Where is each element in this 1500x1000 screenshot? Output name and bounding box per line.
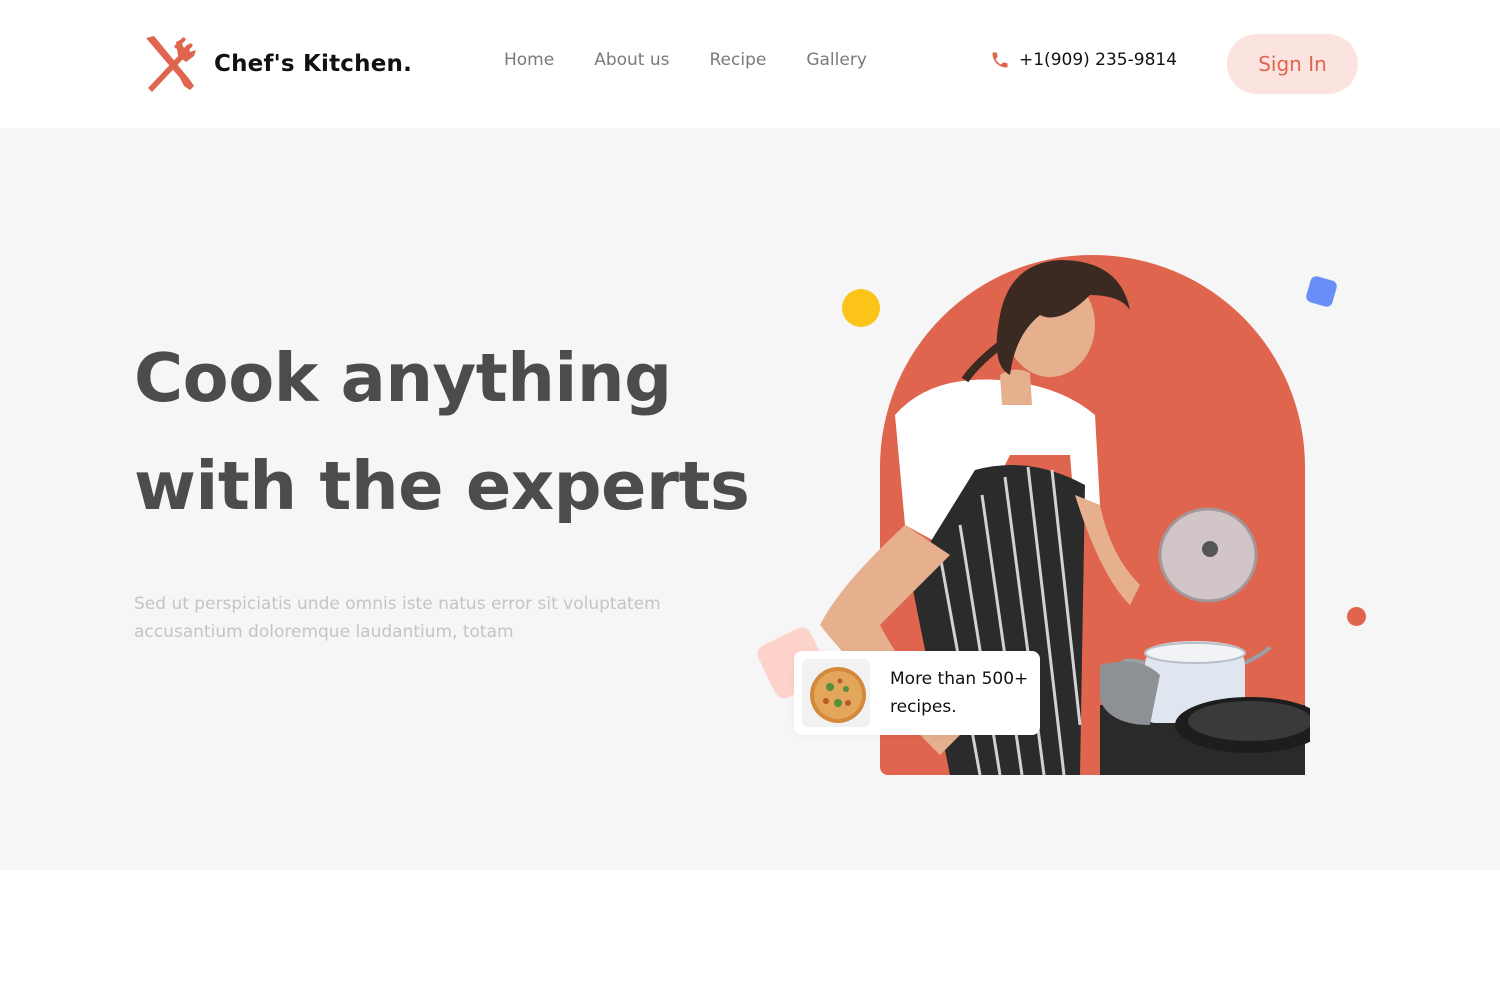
brand-name: Chef's Kitchen. bbox=[214, 51, 413, 77]
nav-home[interactable]: Home bbox=[504, 50, 554, 70]
recipes-count-card: More than 500+ recipes. bbox=[794, 651, 1040, 735]
page-bottom-area bbox=[0, 870, 1500, 1000]
brand-logo[interactable]: Chef's Kitchen. bbox=[140, 34, 412, 94]
nav-gallery[interactable]: Gallery bbox=[806, 50, 867, 70]
main-nav: Home About us Recipe Gallery bbox=[504, 50, 907, 70]
sign-in-button[interactable]: Sign In bbox=[1227, 34, 1358, 94]
cutlery-icon bbox=[146, 36, 196, 92]
nav-about-us[interactable]: About us bbox=[594, 50, 669, 70]
nav-recipe[interactable]: Recipe bbox=[710, 50, 767, 70]
phone-icon bbox=[992, 52, 1008, 68]
pizza-image bbox=[802, 659, 870, 727]
site-header: Chef's Kitchen. Home About us Recipe Gal… bbox=[0, 0, 1500, 128]
phone-contact[interactable]: +1(909) 235-9814 bbox=[990, 50, 1177, 70]
decor-red-dot bbox=[1347, 607, 1366, 626]
recipes-count-text: More than 500+ recipes. bbox=[890, 669, 1029, 717]
hero-subtext: Sed ut perspiciatis unde omnis iste natu… bbox=[134, 594, 661, 642]
hero-headline: Cook anything with the experts bbox=[134, 339, 750, 525]
phone-number: +1(909) 235-9814 bbox=[1019, 50, 1178, 70]
hero-section: Cook anything with the experts Sed ut pe… bbox=[0, 128, 1500, 870]
